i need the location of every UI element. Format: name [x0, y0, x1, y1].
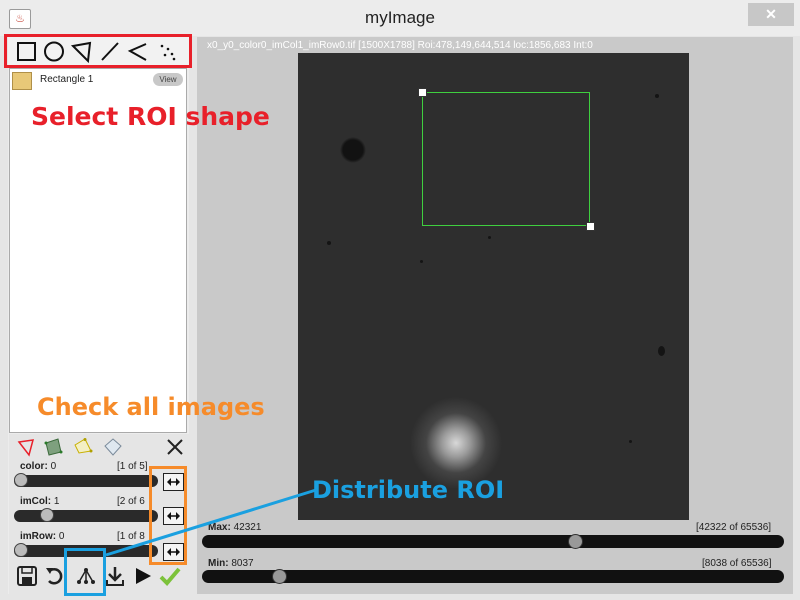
distribute-arrow-line — [105, 488, 317, 557]
distribute-annotation: Distribute ROI — [312, 476, 505, 504]
